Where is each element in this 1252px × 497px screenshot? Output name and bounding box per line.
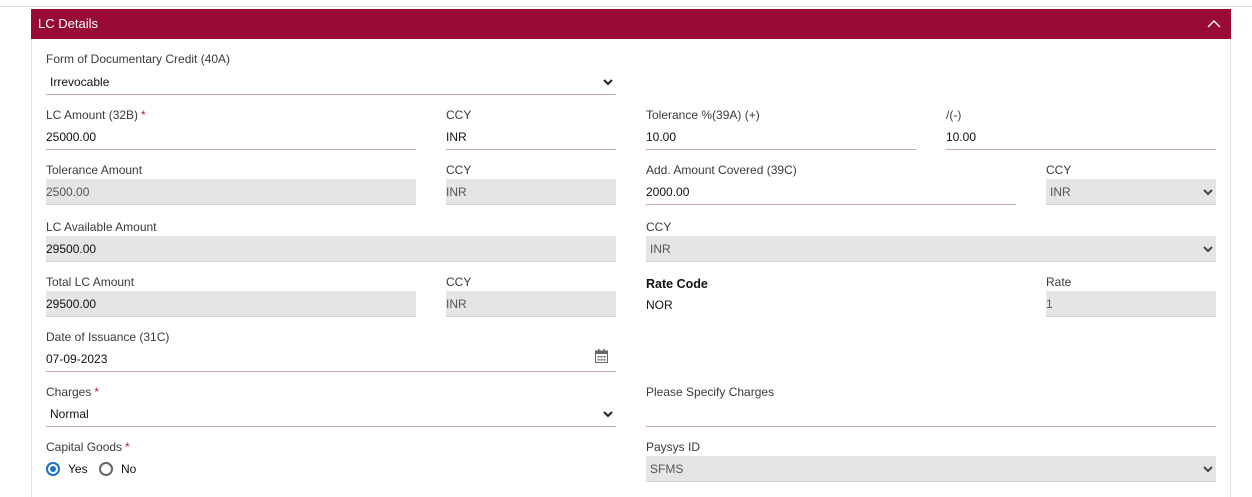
radio-unchecked-icon (99, 462, 113, 476)
add-amount-input[interactable]: 2000.00 (646, 179, 1016, 205)
tolerance-amount-ccy-value: INR (446, 185, 467, 199)
tolerance-plus-value: 10.00 (646, 130, 677, 144)
tolerance-plus-label: Tolerance %(39A) (+) (646, 108, 760, 122)
charges-select[interactable]: Normal (46, 401, 616, 427)
radio-checked-icon (46, 462, 60, 476)
lc-amount-value: 25000.00 (46, 130, 97, 144)
panel-title: LC Details (38, 16, 98, 31)
rate-code-field: NOR (646, 292, 1016, 318)
total-lc-amount-label: Total LC Amount (46, 275, 135, 289)
form-of-credit-label: Form of Documentary Credit (40A) (46, 52, 231, 66)
tolerance-minus-label: /(-) (946, 108, 962, 122)
capital-goods-yes-radio[interactable]: Yes (46, 460, 94, 478)
lc-available-ccy-value: INR (650, 242, 671, 256)
total-lc-amount-value: 29500.00 (46, 297, 97, 311)
chevron-down-icon (1203, 466, 1213, 473)
total-lc-ccy-value: INR (446, 297, 467, 311)
date-of-issuance-value: 07-09-2023 (46, 352, 108, 366)
capital-goods-yes-label: Yes (68, 462, 88, 476)
date-of-issuance-label: Date of Issuance (31C) (46, 330, 170, 344)
specify-charges-label: Please Specify Charges (646, 385, 775, 399)
panel-header[interactable]: LC Details (31, 9, 1231, 39)
tolerance-amount-ccy-input: INR (446, 179, 616, 205)
lc-amount-input[interactable]: 25000.00 (46, 124, 416, 150)
lc-available-ccy-label: CCY (646, 220, 672, 234)
lc-amount-ccy-input[interactable]: INR (446, 124, 616, 150)
lc-amount-ccy-label: CCY (446, 108, 472, 122)
tolerance-plus-input[interactable]: 10.00 (646, 124, 916, 150)
add-amount-value: 2000.00 (646, 185, 690, 199)
add-amount-ccy-value: INR (1050, 185, 1071, 199)
lc-available-value: 29500.00 (46, 242, 97, 256)
specify-charges-input[interactable] (646, 401, 1216, 427)
chevron-down-icon (603, 411, 613, 418)
rate-label: Rate (1046, 275, 1072, 289)
tolerance-amount-label: Tolerance Amount (46, 163, 143, 177)
total-lc-amount-input: 29500.00 (46, 291, 416, 317)
paysys-id-value: SFMS (650, 462, 684, 476)
total-lc-ccy-label: CCY (446, 275, 472, 289)
chevron-down-icon (1203, 189, 1213, 196)
total-lc-ccy-input: INR (446, 291, 616, 317)
paysys-id-label: Paysys ID (646, 440, 701, 454)
tolerance-amount-ccy-label: CCY (446, 163, 472, 177)
tolerance-amount-input: 2500.00 (46, 179, 416, 205)
add-amount-label: Add. Amount Covered (39C) (646, 163, 797, 177)
charges-label: Charges * (46, 385, 100, 399)
date-of-issuance-input[interactable]: 07-09-2023 (46, 346, 616, 372)
lc-available-label: LC Available Amount (46, 220, 157, 234)
rate-input: 1 (1046, 291, 1216, 317)
charges-value: Normal (50, 407, 89, 421)
chevron-up-icon[interactable] (1205, 15, 1223, 33)
rate-code-value: NOR (646, 298, 673, 312)
chevron-down-icon (603, 79, 613, 86)
add-amount-ccy-label: CCY (1046, 163, 1072, 177)
capital-goods-no-label: No (121, 462, 137, 476)
lc-available-ccy-select[interactable]: INR (646, 236, 1216, 262)
top-divider (0, 6, 1252, 7)
paysys-id-select[interactable]: SFMS (646, 456, 1216, 482)
rate-value: 1 (1046, 297, 1053, 311)
capital-goods-no-radio[interactable]: No (99, 460, 143, 478)
calendar-icon[interactable] (595, 349, 608, 363)
add-amount-ccy-select[interactable]: INR (1046, 179, 1216, 205)
tolerance-minus-value: 10.00 (946, 130, 977, 144)
tolerance-amount-value: 2500.00 (46, 185, 90, 199)
lc-available-input: 29500.00 (46, 236, 616, 262)
form-of-credit-select[interactable]: Irrevocable (46, 69, 616, 95)
chevron-down-icon (1203, 246, 1213, 253)
rate-code-label: Rate Code (646, 277, 708, 291)
lc-amount-label: LC Amount (32B) * (46, 108, 146, 122)
lc-amount-ccy-value: INR (446, 130, 467, 144)
capital-goods-label: Capital Goods * (46, 440, 130, 454)
form-of-credit-value: Irrevocable (50, 75, 110, 89)
tolerance-minus-input[interactable]: 10.00 (946, 124, 1216, 150)
